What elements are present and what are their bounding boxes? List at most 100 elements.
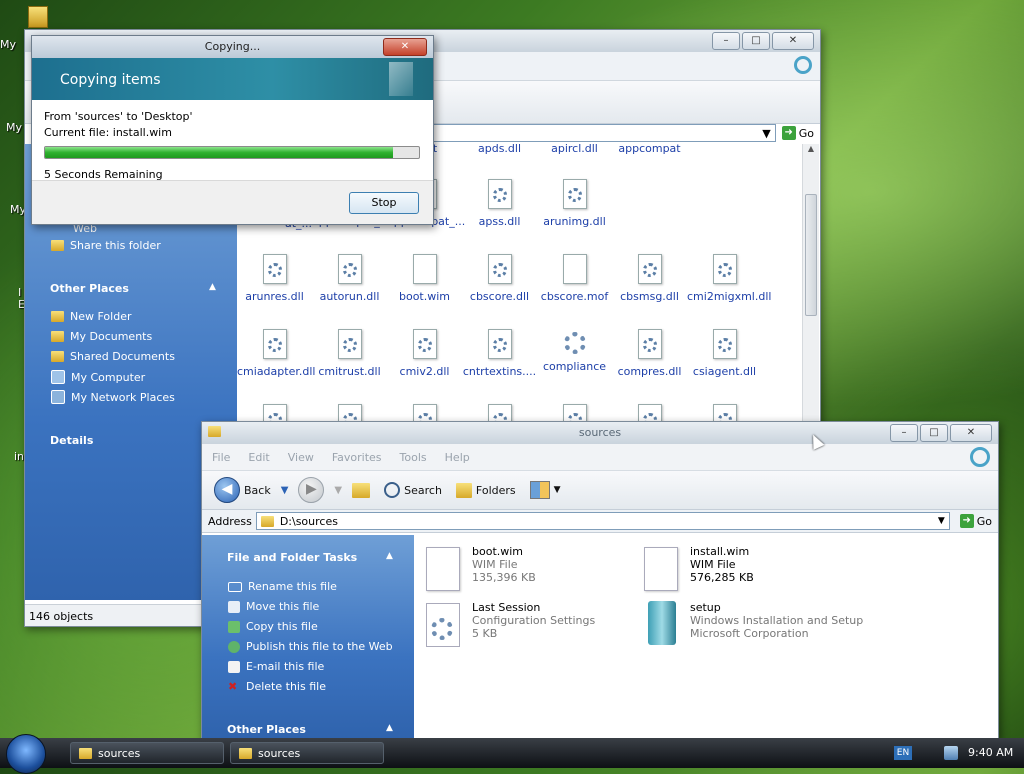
- back-arrow-icon: ◀: [214, 477, 240, 503]
- menu-favorites[interactable]: Favorites: [332, 451, 382, 464]
- desktop-label[interactable]: My: [6, 121, 22, 134]
- file-item[interactable]: arunimg.dll: [537, 179, 612, 230]
- task-publish[interactable]: Publish this file to the Web: [228, 640, 393, 653]
- clock[interactable]: 9:40 AM: [968, 746, 1013, 759]
- share-folder-link[interactable]: Share this folder: [51, 239, 161, 252]
- go-button[interactable]: ➜ Go: [776, 126, 820, 140]
- dialog-title: Copying...: [204, 40, 261, 53]
- other-places-header[interactable]: Other Places: [227, 723, 306, 736]
- desktop-label[interactable]: My: [0, 38, 16, 51]
- maximize-button[interactable]: □: [920, 424, 948, 442]
- up-folder-button[interactable]: [348, 481, 374, 500]
- other-place-my-documents[interactable]: My Documents: [51, 330, 152, 343]
- arrow-right-icon: ➜: [959, 514, 974, 528]
- task-delete[interactable]: ✖ Delete this file: [228, 680, 326, 693]
- tile-size: 5 KB: [472, 627, 498, 640]
- search-button[interactable]: Search: [380, 480, 446, 500]
- gear-file-icon: [487, 179, 512, 209]
- minimize-button[interactable]: –: [890, 424, 918, 442]
- file-item-label[interactable]: appcompat: [612, 144, 687, 155]
- other-place-new-folder[interactable]: New Folder: [51, 310, 131, 323]
- forward-button[interactable]: ▶: [294, 475, 328, 505]
- close-button[interactable]: ✕: [383, 38, 427, 56]
- file-item[interactable]: csiagent.dll: [687, 329, 762, 378]
- file-item[interactable]: cbscore.dll: [462, 254, 537, 303]
- close-button[interactable]: ✕: [772, 32, 814, 50]
- details-header[interactable]: Details: [50, 434, 93, 447]
- gear-file-icon: [637, 254, 662, 284]
- stop-button[interactable]: Stop: [349, 192, 419, 214]
- file-item[interactable]: autorun.dll: [312, 254, 387, 303]
- chevron-down-icon[interactable]: ▼: [938, 516, 949, 526]
- other-place-my-network-places[interactable]: My Network Places: [51, 390, 175, 404]
- file-item[interactable]: boot.wim: [387, 254, 462, 303]
- back-dropdown-icon[interactable]: ▼: [281, 485, 289, 496]
- network-tray-icon[interactable]: [944, 746, 958, 760]
- file-folder-tasks-header[interactable]: File and Folder Tasks: [227, 551, 357, 564]
- file-item[interactable]: compliance: [537, 329, 612, 378]
- file-item[interactable]: cmitrust.dll: [312, 329, 387, 378]
- tile-boot-wim[interactable]: boot.wim WIM File 135,396 KB: [426, 545, 626, 593]
- views-icon: [529, 481, 550, 499]
- forward-dropdown-icon[interactable]: ▼: [334, 485, 342, 496]
- menu-file[interactable]: File: [212, 451, 230, 464]
- collapse-chevron-icon[interactable]: ▲: [386, 723, 393, 733]
- language-indicator[interactable]: EN: [894, 746, 912, 760]
- gear-file-icon: [262, 329, 287, 359]
- delete-icon: ✖: [228, 680, 238, 693]
- scrollbar-thumb[interactable]: [805, 194, 817, 316]
- desktop-label[interactable]: in: [14, 450, 24, 463]
- window-title: sources: [578, 426, 622, 439]
- address-field[interactable]: D:\sources ▼: [255, 512, 950, 530]
- tile-setup[interactable]: setup Windows Installation and Setup Mic…: [644, 601, 884, 649]
- file-item[interactable]: cbscore.mof: [537, 254, 612, 303]
- tile-last-session[interactable]: Last Session Configuration Settings 5 KB: [426, 601, 626, 649]
- taskbar-button-sources[interactable]: sources: [230, 742, 384, 764]
- file-item-label[interactable]: apircl.dll: [537, 144, 612, 155]
- file-item[interactable]: cmiadapter.dll: [237, 329, 315, 378]
- folders-button[interactable]: Folders: [452, 481, 520, 500]
- address-field[interactable]: s ▼: [230, 124, 776, 142]
- task-rename[interactable]: Rename this file: [228, 580, 337, 593]
- file-item[interactable]: cntrtextins....: [462, 329, 537, 378]
- menu-edit[interactable]: Edit: [248, 451, 269, 464]
- close-button[interactable]: ✕: [950, 424, 992, 442]
- other-places-header[interactable]: Other Places: [50, 282, 129, 295]
- file-tiles: boot.wim WIM File 135,396 KB install.wim…: [414, 535, 998, 739]
- gear-file-icon: [262, 254, 287, 284]
- desktop-folder-icon[interactable]: [28, 6, 48, 28]
- collapse-chevron-icon[interactable]: ▲: [209, 282, 216, 292]
- file-item[interactable]: arunres.dll: [237, 254, 312, 303]
- task-move[interactable]: Move this file: [228, 600, 319, 613]
- start-button[interactable]: [6, 734, 46, 774]
- file-item[interactable]: cmi2migxml.dll: [687, 254, 771, 303]
- collapse-chevron-icon[interactable]: ▲: [386, 551, 393, 561]
- window-titlebar[interactable]: sources – □ ✕: [202, 422, 998, 444]
- copy-progress-dialog: Copying... ✕ Copying items From 'sources…: [31, 35, 434, 225]
- file-item[interactable]: cbsmsg.dll: [612, 254, 687, 303]
- file-item[interactable]: compres.dll: [612, 329, 687, 378]
- taskbar-button-sources[interactable]: sources: [70, 742, 224, 764]
- file-item-label[interactable]: apds.dll: [462, 144, 537, 155]
- file-item[interactable]: cmiv2.dll: [387, 329, 462, 378]
- chevron-down-icon[interactable]: ▼: [762, 127, 774, 140]
- minimize-button[interactable]: –: [712, 32, 740, 50]
- back-button[interactable]: ◀ Back: [210, 475, 275, 505]
- menu-help[interactable]: Help: [445, 451, 470, 464]
- file-item[interactable]: apss.dll: [462, 179, 537, 230]
- views-button[interactable]: ▼: [526, 479, 565, 501]
- task-email[interactable]: E-mail this file: [228, 660, 324, 673]
- task-copy[interactable]: Copy this file: [228, 620, 318, 633]
- other-place-my-computer[interactable]: My Computer: [51, 370, 145, 384]
- chevron-down-icon: ▼: [553, 485, 561, 495]
- dialog-titlebar[interactable]: Copying... ✕: [32, 36, 433, 58]
- menu-view[interactable]: View: [288, 451, 314, 464]
- scroll-up-icon[interactable]: ▲: [803, 144, 819, 153]
- menu-bar: File Edit View Favorites Tools Help: [202, 444, 998, 471]
- maximize-button[interactable]: □: [742, 32, 770, 50]
- go-button[interactable]: ➜ Go: [954, 514, 998, 528]
- tile-install-wim[interactable]: install.wim WIM File 576,285 KB: [644, 545, 844, 593]
- tile-name: Last Session: [472, 601, 541, 614]
- menu-tools[interactable]: Tools: [400, 451, 427, 464]
- other-place-shared-documents[interactable]: Shared Documents: [51, 350, 175, 363]
